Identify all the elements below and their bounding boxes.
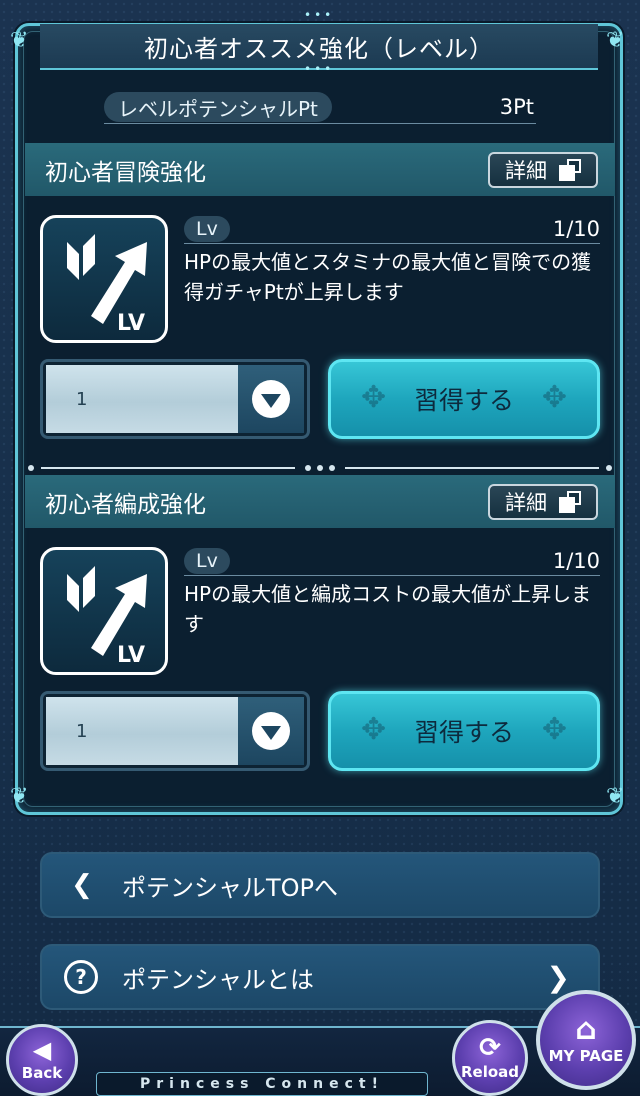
back-button[interactable]: ◀ Back [6, 1024, 78, 1096]
title-ornament-dots: ••• [304, 8, 335, 22]
level-count: 1/10 [552, 217, 600, 241]
detail-button[interactable]: 詳細 [488, 151, 598, 188]
skill-description: HPの最大値とスタミナの最大値と冒険での獲得ガチャPtが上昇します [184, 250, 592, 304]
brand-logo-text: Princess Connect! [96, 1072, 428, 1096]
quantity-value[interactable]: 1 [46, 697, 238, 765]
svg-text:LV: LV [117, 643, 145, 668]
potential-points-label: レベルポテンシャルPt [104, 92, 332, 122]
quantity-dropdown-button[interactable] [238, 697, 304, 765]
level-label: Lv [184, 548, 230, 574]
chevron-left-icon: ❮ [71, 870, 93, 900]
quantity-value[interactable]: 1 [46, 365, 238, 433]
reload-button-label: Reload [460, 1063, 520, 1081]
level-count: 1/10 [552, 549, 600, 573]
acquire-button-label: 習得する [413, 718, 514, 747]
quantity-dropdown-button[interactable] [238, 365, 304, 433]
acquire-button[interactable]: ✥ 習得する ✥ [328, 691, 600, 771]
skill-section-header: 初心者冒険強化 詳細 [25, 143, 615, 196]
about-potential-button[interactable]: ? ポテンシャルとは ❯ [40, 944, 600, 1010]
quantity-select[interactable]: 1 [40, 691, 310, 771]
my-page-button[interactable]: ⌂ MY PAGE [536, 990, 636, 1090]
skill-section-header: 初心者編成強化 詳細 [25, 475, 615, 528]
reload-button[interactable]: ⟳ Reload [452, 1020, 528, 1096]
reload-icon: ⟳ [479, 1033, 501, 1063]
skill-level-row: Lv 1/10 [184, 547, 600, 576]
chevron-down-circle-icon [252, 712, 290, 750]
frame-ornament-bottom-left: ❦ [10, 784, 29, 809]
back-button-label: Back [21, 1064, 63, 1082]
skill-title: 初心者編成強化 [45, 491, 206, 518]
button-ornament-left: ✥ [361, 380, 387, 415]
detail-button[interactable]: 詳細 [488, 483, 598, 520]
skill-description: HPの最大値と編成コストの最大値が上昇します [184, 582, 592, 636]
frame-ornament-top-left: ❦ [10, 28, 29, 53]
page-title: 初心者オススメ強化（レベル） [144, 34, 494, 63]
acquire-button[interactable]: ✥ 習得する ✥ [328, 359, 600, 439]
potential-points-value: 3Pt [499, 95, 534, 119]
skill-title: 初心者冒険強化 [45, 159, 206, 186]
question-circle-icon: ? [64, 960, 98, 994]
home-icon: ⌂ [575, 1012, 597, 1047]
level-up-arrow-icon: LV [40, 215, 168, 343]
svg-text:LV: LV [117, 311, 145, 336]
open-window-icon [559, 158, 581, 181]
open-window-icon [559, 490, 581, 513]
frame-ornament-bottom-right: ❦ [606, 784, 625, 809]
section-divider [25, 465, 615, 471]
chevron-right-icon: ❯ [546, 960, 570, 994]
my-page-button-label: MY PAGE [548, 1047, 624, 1065]
back-arrow-icon: ◀ [32, 1036, 52, 1064]
potential-points-row: レベルポテンシャルPt 3Pt [104, 91, 536, 124]
detail-button-label: 詳細 [505, 490, 547, 515]
skill-level-row: Lv 1/10 [184, 215, 600, 244]
level-label: Lv [184, 216, 230, 242]
potential-top-button[interactable]: ❮ ポテンシャルTOPへ [40, 852, 600, 918]
button-ornament-right: ✥ [541, 712, 567, 747]
button-ornament-left: ✥ [361, 712, 387, 747]
about-potential-label: ポテンシャルとは [122, 965, 314, 994]
frame-ornament-top-right: ❦ [606, 28, 625, 53]
potential-top-label: ポテンシャルTOPへ [122, 873, 339, 902]
chevron-down-circle-icon [252, 380, 290, 418]
title-ornament-dots-bottom: ••• [304, 62, 335, 76]
acquire-button-label: 習得する [413, 386, 514, 415]
button-ornament-right: ✥ [541, 380, 567, 415]
detail-button-label: 詳細 [505, 158, 547, 183]
quantity-select[interactable]: 1 [40, 359, 310, 439]
level-up-arrow-icon: LV [40, 547, 168, 675]
